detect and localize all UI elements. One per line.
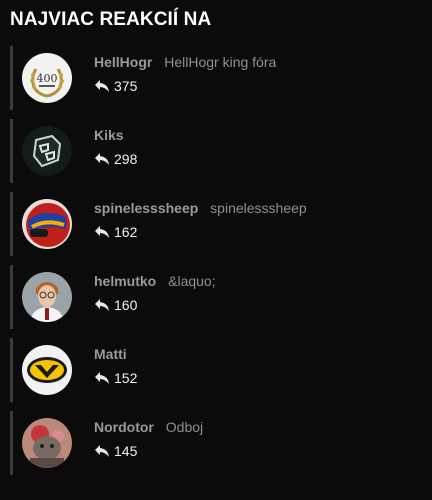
reply-count-value: 160 xyxy=(114,297,138,313)
reply-count: 298 xyxy=(94,151,137,167)
top-reacted-users-list: 400 HellHogr HellHogr king fóra 375 Kiks… xyxy=(10,46,425,484)
laurel-400-badge-icon: 400 xyxy=(22,53,72,103)
reply-count-value: 162 xyxy=(114,224,138,240)
reply-icon xyxy=(94,371,110,385)
reply-count-value: 145 xyxy=(114,443,138,459)
name-line: HellHogr HellHogr king fóra xyxy=(94,54,276,70)
list-item[interactable]: Kiks 298 xyxy=(10,119,425,183)
item-accent-bar xyxy=(10,265,13,329)
list-item[interactable]: spinelesssheep spinelesssheep 162 xyxy=(10,192,425,256)
item-accent-bar xyxy=(10,192,13,256)
avatar[interactable] xyxy=(22,126,72,176)
game-logo-icon xyxy=(22,126,72,176)
list-item[interactable]: Nordotor Odboj 145 xyxy=(10,411,425,475)
reply-count: 152 xyxy=(94,370,137,386)
creature-photo-icon xyxy=(22,418,72,468)
user-title: spinelesssheep xyxy=(210,200,307,216)
section-title: NAJVIAC REAKCIÍ NA xyxy=(10,9,212,30)
avatar[interactable] xyxy=(22,199,72,249)
reply-count: 375 xyxy=(94,78,137,94)
reply-count-value: 298 xyxy=(114,151,138,167)
username[interactable]: HellHogr xyxy=(94,54,152,70)
username[interactable]: spinelesssheep xyxy=(94,200,198,216)
item-accent-bar xyxy=(10,338,13,402)
reply-icon xyxy=(94,298,110,312)
username[interactable]: Matti xyxy=(94,346,127,362)
item-accent-bar xyxy=(10,411,13,475)
username[interactable]: Nordotor xyxy=(94,419,154,435)
item-accent-bar xyxy=(10,46,13,110)
name-line: Matti xyxy=(94,346,135,362)
reply-count: 145 xyxy=(94,443,137,459)
yellow-logo-icon xyxy=(22,345,72,395)
reply-icon xyxy=(94,225,110,239)
racing-helmet-icon xyxy=(22,199,72,249)
reply-count-value: 375 xyxy=(114,78,138,94)
avatar[interactable] xyxy=(22,345,72,395)
reply-icon xyxy=(94,79,110,93)
name-line: spinelesssheep spinelesssheep xyxy=(94,200,307,216)
name-line: Nordotor Odboj xyxy=(94,419,203,435)
avatar[interactable] xyxy=(22,418,72,468)
person-photo-icon xyxy=(22,272,72,322)
avatar[interactable]: 400 xyxy=(22,53,72,103)
item-accent-bar xyxy=(10,119,13,183)
reply-icon xyxy=(94,444,110,458)
username[interactable]: Kiks xyxy=(94,127,124,143)
reply-count: 160 xyxy=(94,297,137,313)
user-title: Odboj xyxy=(165,419,204,435)
username[interactable]: helmutko xyxy=(94,273,156,289)
list-item[interactable]: Matti 152 xyxy=(10,338,425,402)
list-item[interactable]: 400 HellHogr HellHogr king fóra 375 xyxy=(10,46,425,110)
avatar[interactable] xyxy=(22,272,72,322)
user-title: HellHogr king fóra xyxy=(164,54,277,70)
list-item[interactable]: helmutko &laquo; 160 xyxy=(10,265,425,329)
reply-count-value: 152 xyxy=(114,370,138,386)
reply-count: 162 xyxy=(94,224,137,240)
svg-text:400: 400 xyxy=(37,72,58,85)
name-line: Kiks xyxy=(94,127,132,143)
reply-icon xyxy=(94,152,110,166)
user-title: &laquo; xyxy=(168,273,216,289)
name-line: helmutko &laquo; xyxy=(94,273,216,289)
